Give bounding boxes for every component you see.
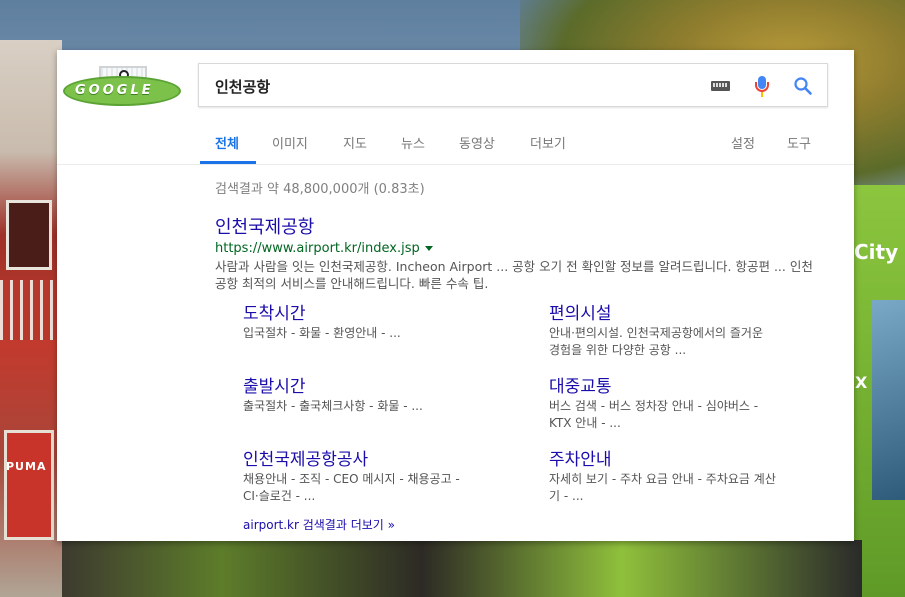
background-bus-letter: X — [855, 373, 868, 392]
sitelink: 출발시간 출국절차 - 출국체크사항 - 화물 - ... — [243, 376, 473, 415]
background-house-railing — [0, 280, 62, 340]
background-street — [62, 540, 862, 597]
sitelink: 인천국제공항공사 채용안내 - 조직 - CEO 메시지 - 채용공고 - CI… — [243, 449, 463, 505]
background-bus-window — [872, 300, 905, 500]
sitelink-desc: 안내·편의시설. 인천국제공항에서의 즐거운 경험을 위한 다양한 공항 ... — [549, 326, 763, 357]
background-house-door — [4, 430, 54, 540]
background-sign-text: PUMA — [6, 460, 47, 473]
more-results-link[interactable]: airport.kr 검색결과 더보기 » — [243, 516, 395, 533]
tab-videos[interactable]: 동영상 — [459, 133, 495, 152]
sitelink-title[interactable]: 편의시설 — [549, 303, 769, 325]
active-tab-indicator — [200, 161, 256, 164]
sitelink-desc: 채용안내 - 조직 - CEO 메시지 - 채용공고 - CI·슬로건 - ..… — [243, 472, 460, 503]
result-url-text: https://www.airport.kr/index.jsp — [215, 241, 420, 256]
search-results-window: GOOGLE 인천공항 전체 이미지 지도 뉴스 동영상 더보기 설정 도구 검… — [57, 50, 854, 541]
tab-settings[interactable]: 설정 — [731, 133, 755, 152]
mic-stem — [761, 92, 763, 97]
search-input[interactable]: 인천공항 — [215, 76, 270, 97]
sitelink: 편의시설 안내·편의시설. 인천국제공항에서의 즐거운 경험을 위한 다양한 공… — [549, 303, 769, 359]
sitelink: 도착시간 입국절차 - 화물 - 환영안내 - ... — [243, 303, 473, 342]
google-doodle-logo[interactable]: GOOGLE — [63, 66, 183, 106]
result-url: https://www.airport.kr/index.jsp — [215, 240, 825, 258]
result-stats: 검색결과 약 48,800,000개 (0.83초) — [215, 182, 425, 197]
sitelink: 주차안내 자세히 보기 - 주차 요금 안내 - 주차요금 계산기 - ... — [549, 449, 779, 505]
sitelink-title[interactable]: 대중교통 — [549, 376, 779, 398]
sitelink-desc: 버스 검색 - 버스 정차장 안내 - 심야버스 - KTX 안내 - ... — [549, 399, 759, 430]
tab-tools[interactable]: 도구 — [787, 133, 811, 152]
keyboard-icon[interactable] — [711, 81, 730, 91]
sitelink-title[interactable]: 주차안내 — [549, 449, 779, 471]
mic-arc — [755, 82, 769, 92]
search-tabs: 전체 이미지 지도 뉴스 동영상 더보기 설정 도구 — [57, 120, 854, 165]
sitelink-title[interactable]: 인천국제공항공사 — [243, 449, 463, 471]
logo-text: GOOGLE — [75, 83, 154, 98]
tab-maps[interactable]: 지도 — [343, 133, 367, 152]
search-header: GOOGLE 인천공항 전체 이미지 지도 뉴스 동영상 더보기 설정 도구 — [57, 50, 854, 165]
tab-more[interactable]: 더보기 — [530, 133, 566, 152]
tab-all[interactable]: 전체 — [215, 133, 239, 152]
url-dropdown-icon[interactable] — [424, 246, 433, 251]
search-icon[interactable] — [793, 76, 813, 96]
background-bus-text: City — [854, 240, 899, 264]
background-house-window — [6, 200, 52, 270]
tab-news[interactable]: 뉴스 — [401, 133, 425, 152]
sitelink: 대중교통 버스 검색 - 버스 정차장 안내 - 심야버스 - KTX 안내 -… — [549, 376, 779, 432]
tab-images[interactable]: 이미지 — [272, 133, 308, 152]
sitelink-desc: 자세히 보기 - 주차 요금 안내 - 주차요금 계산기 - ... — [549, 472, 776, 503]
search-result: 인천국제공항 https://www.airport.kr/index.jsp … — [215, 216, 825, 292]
sitelink-title[interactable]: 출발시간 — [243, 376, 473, 398]
search-box[interactable]: 인천공항 — [198, 63, 828, 107]
microphone-icon[interactable] — [754, 76, 770, 98]
sitelink-desc: 입국절차 - 화물 - 환영안내 - ... — [243, 326, 401, 340]
result-description: 사람과 사람을 잇는 인천국제공항. Incheon Airport ... 공… — [215, 259, 813, 291]
result-title-link[interactable]: 인천국제공항 — [215, 216, 825, 240]
sitelink-desc: 출국절차 - 출국체크사항 - 화물 - ... — [243, 399, 423, 413]
sitelink-title[interactable]: 도착시간 — [243, 303, 473, 325]
